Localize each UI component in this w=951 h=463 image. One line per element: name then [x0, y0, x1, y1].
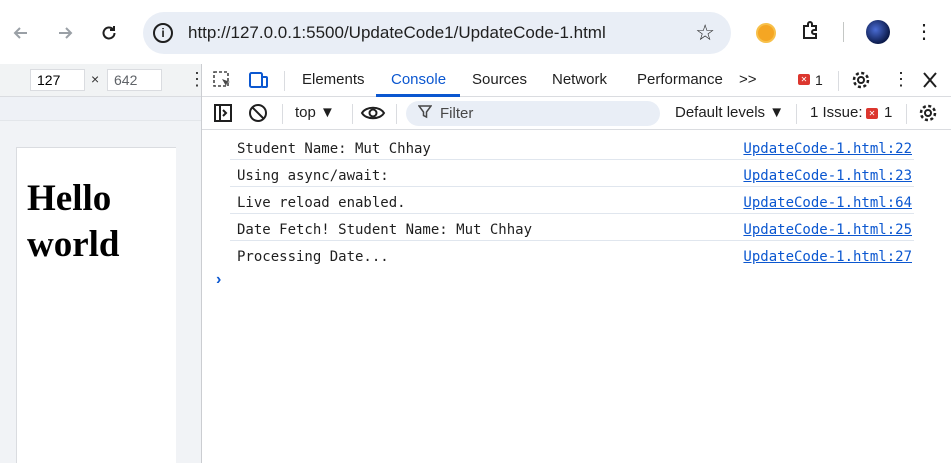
emulated-page: Hello world — [16, 147, 176, 463]
site-info-icon[interactable]: i — [153, 23, 173, 43]
toolbar-separator — [906, 104, 907, 124]
address-bar[interactable]: i http://127.0.0.1:5500/UpdateCode1/Upda… — [143, 12, 731, 54]
console-message: Processing Date... UpdateCode-1.html:27 — [230, 241, 914, 268]
message-source-link[interactable]: UpdateCode-1.html:27 — [743, 249, 912, 265]
filter-funnel-icon — [418, 105, 432, 119]
toolbar-separator — [796, 104, 797, 124]
issues-label[interactable]: 1 Issue: — [810, 104, 863, 121]
arrow-right-icon — [59, 27, 73, 39]
reload-icon — [102, 26, 116, 40]
inspect-element-icon[interactable] — [212, 70, 234, 90]
message-text: Live reload enabled. — [237, 195, 406, 211]
clear-console-icon[interactable] — [247, 103, 269, 123]
viewport-ruler — [0, 97, 202, 121]
tab-performance[interactable]: Performance — [637, 71, 723, 88]
message-source-link[interactable]: UpdateCode-1.html:22 — [743, 141, 912, 157]
message-text: Processing Date... — [237, 249, 389, 265]
log-levels-dropdown[interactable]: Default levels ▼ — [675, 104, 784, 121]
tab-separator — [838, 71, 839, 91]
device-toolbar: 127 × 642 ⋮ — [0, 64, 206, 97]
tab-network[interactable]: Network — [552, 71, 607, 88]
console-message: Student Name: Mut Chhay UpdateCode-1.htm… — [230, 133, 914, 160]
device-toggle-icon[interactable] — [247, 70, 269, 90]
console-prompt-chevron-icon[interactable]: › — [216, 271, 221, 289]
toolbar-separator — [396, 104, 397, 124]
tab-separator — [284, 71, 285, 91]
toolbar-divider — [843, 22, 844, 42]
profile-avatar[interactable] — [866, 20, 890, 44]
toolbar-separator — [282, 104, 283, 124]
tab-sources[interactable]: Sources — [472, 71, 527, 88]
back-button[interactable] — [7, 19, 35, 47]
browser-menu-icon[interactable]: ⋮ — [914, 20, 934, 44]
extensions-puzzle-icon[interactable] — [799, 19, 823, 43]
message-source-link[interactable]: UpdateCode-1.html:23 — [743, 168, 912, 184]
console-message: Live reload enabled. UpdateCode-1.html:6… — [230, 187, 914, 214]
arrow-left-icon — [13, 27, 27, 39]
url-text[interactable]: http://127.0.0.1:5500/UpdateCode1/Update… — [188, 23, 606, 43]
message-source-link[interactable]: UpdateCode-1.html:64 — [743, 195, 912, 211]
live-expression-eye-icon[interactable] — [360, 103, 386, 123]
issue-badge-icon[interactable]: ✕ — [866, 108, 878, 119]
extension-orange-icon[interactable] — [756, 23, 776, 43]
close-devtools-icon[interactable] — [919, 70, 941, 90]
error-badge-icon[interactable]: ✕ — [798, 74, 810, 85]
sidebar-toggle-icon[interactable] — [212, 103, 234, 123]
error-count[interactable]: 1 — [815, 72, 823, 88]
console-messages: Student Name: Mut Chhay UpdateCode-1.htm… — [202, 130, 951, 463]
dimension-separator: × — [91, 71, 100, 87]
console-settings-gear-icon[interactable] — [917, 103, 939, 123]
message-text: Date Fetch! Student Name: Mut Chhay — [237, 222, 533, 238]
forward-button[interactable] — [51, 19, 79, 47]
message-source-link[interactable]: UpdateCode-1.html:25 — [743, 222, 912, 238]
browser-toolbar: i http://127.0.0.1:5500/UpdateCode1/Upda… — [0, 0, 951, 64]
message-text: Student Name: Mut Chhay — [237, 141, 431, 157]
toolbar-separator — [352, 104, 353, 124]
tab-console[interactable]: Console — [391, 71, 446, 88]
message-text: Using async/await: — [237, 168, 389, 184]
devtools-tab-bar: Elements Console Sources Network Perform… — [202, 64, 951, 97]
page-heading: Hello world — [27, 178, 120, 265]
filter-placeholder: Filter — [440, 105, 474, 122]
settings-gear-icon[interactable] — [850, 70, 872, 90]
reload-button[interactable] — [95, 19, 123, 47]
console-message: Using async/await: UpdateCode-1.html:23 — [230, 160, 914, 187]
issues-count[interactable]: 1 — [884, 104, 892, 121]
console-message: Date Fetch! Student Name: Mut Chhay Upda… — [230, 214, 914, 241]
device-height-input[interactable]: 642 — [107, 69, 162, 91]
tab-elements[interactable]: Elements — [302, 71, 365, 88]
console-filter-input[interactable]: Filter — [406, 101, 660, 126]
devtools-menu-icon[interactable]: ⋮ — [892, 69, 910, 90]
console-toolbar: top ▼ Filter Default levels ▼ 1 Issue: ✕… — [202, 97, 951, 130]
more-tabs-icon[interactable]: >> — [739, 71, 757, 88]
device-width-input[interactable]: 127 — [30, 69, 85, 91]
context-selector[interactable]: top ▼ — [295, 104, 335, 121]
bookmark-star-icon[interactable]: ☆ — [695, 20, 715, 46]
